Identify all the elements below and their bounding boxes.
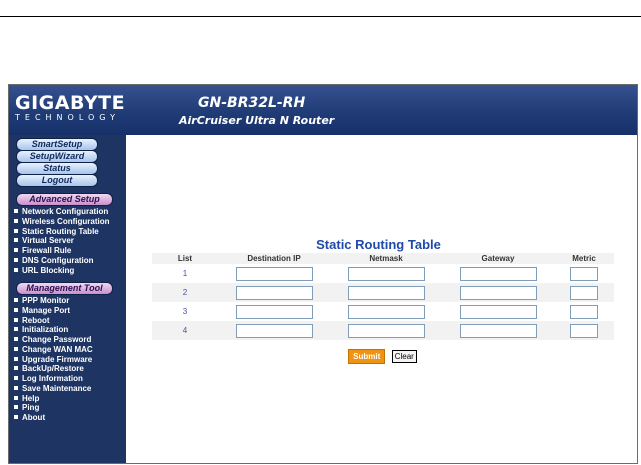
- product-name: AirCruiser Ultra N Router: [179, 114, 335, 127]
- menu-dns-configuration[interactable]: DNS Configuration: [14, 256, 110, 266]
- management-tool-header: Management Tool: [16, 282, 113, 295]
- form-buttons: Submit Clear: [126, 346, 637, 364]
- gateway-input[interactable]: [459, 304, 537, 319]
- netmask-input[interactable]: [347, 285, 425, 300]
- advanced-setup-menu: Network Configuration Wireless Configura…: [14, 207, 110, 275]
- sidebar: SmartSetup SetupWizard Status Logout Adv…: [9, 135, 126, 463]
- menu-about[interactable]: About: [14, 413, 93, 423]
- menu-firewall-rule[interactable]: Firewall Rule: [14, 246, 110, 256]
- model-name: GN-BR32L-RH: [198, 95, 306, 111]
- menu-manage-port[interactable]: Manage Port: [14, 306, 93, 316]
- menu-ppp-monitor[interactable]: PPP Monitor: [14, 296, 93, 306]
- logo-tagline: TECHNOLOGY: [15, 113, 120, 122]
- clear-button[interactable]: Clear: [391, 350, 417, 363]
- menu-log-information[interactable]: Log Information: [14, 374, 93, 384]
- destination-ip-input[interactable]: [235, 304, 313, 319]
- gateway-input[interactable]: [459, 266, 537, 281]
- table-row: 1: [152, 264, 614, 283]
- submit-button[interactable]: Submit: [348, 349, 386, 364]
- menu-network-configuration[interactable]: Network Configuration: [14, 207, 110, 217]
- main-content: Static Routing Table List Destination IP…: [126, 135, 637, 463]
- menu-initialization[interactable]: Initialization: [14, 325, 93, 335]
- logout-button[interactable]: Logout: [16, 174, 98, 187]
- gigabyte-logo: GIGABYTE: [15, 92, 126, 114]
- destination-ip-input[interactable]: [235, 285, 313, 300]
- destination-ip-input[interactable]: [235, 266, 313, 281]
- netmask-input[interactable]: [347, 304, 425, 319]
- destination-ip-input[interactable]: [235, 323, 313, 338]
- column-header-metric: Metric: [554, 253, 614, 264]
- metric-input[interactable]: [570, 323, 598, 338]
- management-tool-menu: PPP Monitor Manage Port Reboot Initializ…: [14, 296, 93, 423]
- row-number: 3: [182, 307, 188, 316]
- gateway-input[interactable]: [459, 323, 537, 338]
- menu-backup-restore[interactable]: BackUp/Restore: [14, 364, 93, 374]
- menu-change-password[interactable]: Change Password: [14, 335, 93, 345]
- gateway-input[interactable]: [459, 285, 537, 300]
- menu-save-maintenance[interactable]: Save Maintenance: [14, 384, 93, 394]
- advanced-setup-header: Advanced Setup: [16, 193, 113, 206]
- table-row: 3: [152, 302, 614, 321]
- router-admin-frame: GIGABYTE TECHNOLOGY GN-BR32L-RH AirCruis…: [8, 84, 638, 464]
- menu-static-routing-table[interactable]: Static Routing Table: [14, 227, 110, 237]
- page-title: Static Routing Table: [316, 237, 441, 252]
- netmask-input[interactable]: [347, 323, 425, 338]
- header-banner: GIGABYTE TECHNOLOGY GN-BR32L-RH AirCruis…: [9, 85, 637, 135]
- row-number: 2: [152, 283, 218, 302]
- column-header-netmask: Netmask: [330, 253, 442, 264]
- metric-input[interactable]: [570, 266, 598, 281]
- menu-ping[interactable]: Ping: [14, 403, 93, 413]
- column-header-gateway: Gateway: [442, 253, 554, 264]
- metric-input[interactable]: [570, 304, 598, 319]
- table-row: 4: [152, 321, 614, 340]
- netmask-input[interactable]: [347, 266, 425, 281]
- table-row: 2: [152, 283, 614, 302]
- menu-wireless-configuration[interactable]: Wireless Configuration: [14, 217, 110, 227]
- metric-input[interactable]: [570, 285, 598, 300]
- menu-reboot[interactable]: Reboot: [14, 316, 93, 326]
- menu-virtual-server[interactable]: Virtual Server: [14, 236, 110, 246]
- menu-upgrade-firmware[interactable]: Upgrade Firmware: [14, 355, 93, 365]
- static-routing-table: List Destination IP Netmask Gateway Metr…: [152, 253, 614, 340]
- top-divider-line: [0, 16, 641, 17]
- column-header-list: List: [152, 253, 218, 264]
- menu-url-blocking[interactable]: URL Blocking: [14, 266, 110, 276]
- menu-help[interactable]: Help: [14, 394, 93, 404]
- column-header-destination-ip: Destination IP: [218, 253, 330, 264]
- row-number: 1: [182, 269, 188, 278]
- menu-change-wan-mac[interactable]: Change WAN MAC: [14, 345, 93, 355]
- row-number: 4: [152, 321, 218, 340]
- table-header-row: List Destination IP Netmask Gateway Metr…: [152, 253, 614, 264]
